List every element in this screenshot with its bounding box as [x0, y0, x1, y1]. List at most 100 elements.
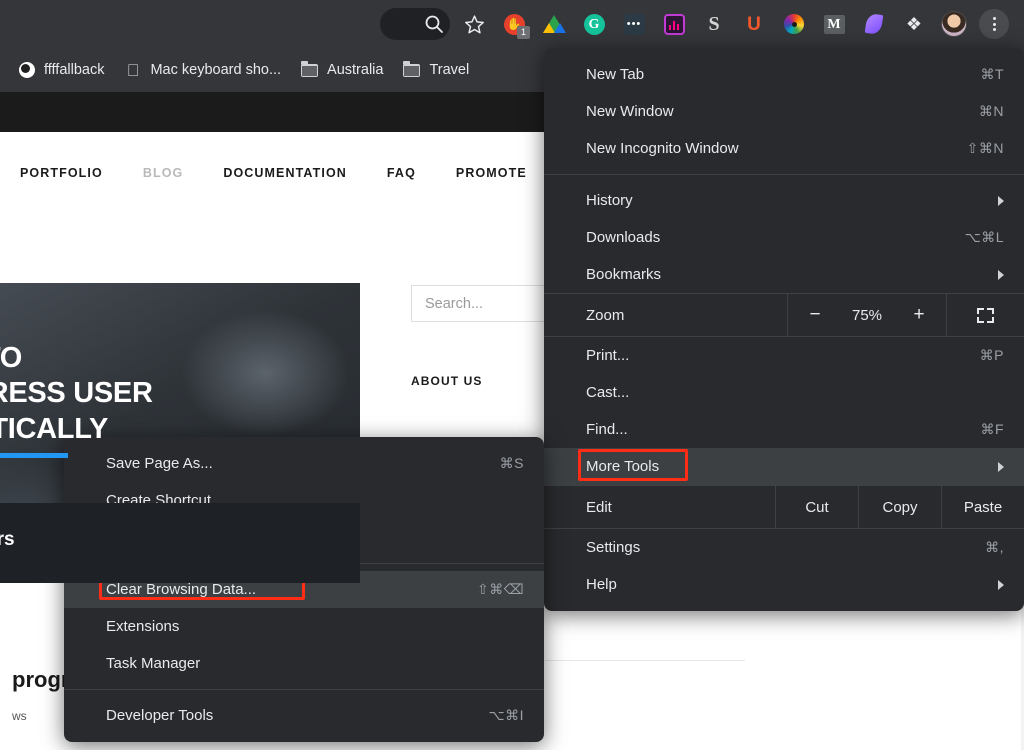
menu-item-shortcut: ⌘S [499, 455, 524, 471]
chevron-right-icon [998, 195, 1004, 206]
zoom-level-value: 75% [851, 306, 883, 324]
menu-item-label: Task Manager [106, 655, 201, 672]
adblock-extension-icon[interactable]: ✋ 1 [498, 8, 530, 40]
menu-item-find[interactable]: Find... ⌘F [544, 411, 1024, 448]
menu-item-shortcut: ⌘N [978, 103, 1004, 119]
bookmark-ffffallback[interactable]: ffffallback [8, 57, 114, 84]
nav-link-blog[interactable]: BLOG [123, 166, 204, 180]
menu-item-downloads[interactable]: Downloads ⌥⌘L [544, 219, 1024, 256]
feather-extension-icon[interactable] [858, 8, 890, 40]
grammarly-extension-icon[interactable]: G [578, 8, 610, 40]
google-drive-extension-icon[interactable] [538, 8, 570, 40]
hero-title: W TO DPRESS USER MATICALLY [0, 341, 153, 447]
menu-item-label: Downloads [586, 229, 661, 246]
menu-item-label: Bookmarks [586, 266, 662, 283]
submenu-item-developer-tools[interactable]: Developer Tools ⌥⌘I [64, 697, 544, 734]
chrome-menu-kebab-icon[interactable] [978, 8, 1010, 40]
menu-separator [544, 174, 1024, 175]
about-us-heading: ABOUT US [411, 374, 483, 388]
menu-item-label: New Tab [586, 66, 645, 83]
zoom-out-button[interactable]: − [806, 304, 824, 326]
edit-label: Edit [586, 498, 612, 516]
paste-button[interactable]: Paste [941, 486, 1024, 528]
adblock-badge-count: 1 [517, 26, 530, 39]
u-extension-icon[interactable]: U [738, 8, 770, 40]
chevron-right-icon [998, 269, 1004, 280]
menu-item-shortcut: ⌘T [980, 66, 1004, 82]
submenu-item-extensions[interactable]: Extensions [64, 608, 544, 645]
menu-item-history[interactable]: History [544, 182, 1024, 219]
menu-item-label: More Tools [586, 458, 660, 475]
drive-triangle-glyph [543, 15, 566, 33]
cut-button[interactable]: Cut [775, 486, 858, 528]
menu-item-settings[interactable]: Settings ⌘, [544, 529, 1024, 566]
color-wheel-glyph [784, 14, 804, 34]
hero-title-line1: W TO [0, 342, 22, 374]
nav-link-documentation[interactable]: DOCUMENTATION [203, 166, 367, 180]
menu-item-cast[interactable]: Cast... [544, 374, 1024, 411]
menu-item-label: Extensions [106, 618, 180, 635]
hero-title-line3: MATICALLY [0, 412, 109, 445]
color-wheel-extension-icon[interactable] [778, 8, 810, 40]
bookmark-mac-keyboard-shortcuts[interactable]:  Mac keyboard sho... [114, 57, 291, 84]
screenshot-root: PORTFOLIO BLOG DOCUMENTATION FAQ PROMOTE… [0, 0, 1024, 750]
bookmark-label: Australia [327, 62, 384, 78]
bookmark-folder-australia[interactable]: Australia [291, 57, 393, 84]
menu-item-print[interactable]: Print... ⌘P [544, 337, 1024, 374]
menu-item-shortcut: ⌥⌘L [964, 229, 1004, 245]
chart-extension-icon[interactable] [658, 8, 690, 40]
search-icon[interactable] [418, 8, 450, 40]
fullscreen-icon [977, 307, 994, 323]
hero-accent-bar [0, 453, 68, 458]
menu-item-new-window[interactable]: New Window ⌘N [544, 93, 1024, 130]
menu-item-shortcut: ⇧⌘N [966, 140, 1004, 156]
menu-item-label: Print... [586, 347, 630, 364]
zoom-controls: − 75% + [787, 294, 946, 336]
dots-glyph: ••• [623, 13, 645, 35]
more-tools-submenu: Save Page As... ⌘S Create Shortcut... Na… [64, 437, 544, 742]
menu-item-label: Help [586, 576, 617, 593]
nav-link-promote[interactable]: PROMOTE [436, 166, 547, 180]
swirl-extension-icon[interactable]: S [698, 8, 730, 40]
browser-toolbar: ✋ 1 G ••• S U M ❖ [0, 0, 1024, 48]
puzzle-extensions-icon[interactable]: ❖ [898, 8, 930, 40]
menu-item-help[interactable]: Help [544, 566, 1024, 603]
chevron-right-icon [998, 461, 1004, 472]
menu-item-label: New Window [586, 103, 674, 120]
menu-item-new-tab[interactable]: New Tab ⌘T [544, 56, 1024, 93]
menu-item-label: Settings [586, 539, 641, 556]
nav-link-faq[interactable]: FAQ [367, 166, 436, 180]
menu-zoom-row: Zoom − 75% + [544, 293, 1024, 337]
folder-favicon [301, 60, 319, 79]
medium-extension-icon[interactable]: M [818, 8, 850, 40]
menu-item-bookmarks[interactable]: Bookmarks [544, 256, 1024, 293]
medium-m-glyph: M [823, 14, 845, 34]
globe-favicon [18, 62, 35, 79]
menu-item-shortcut: ⌘F [980, 421, 1004, 437]
menu-item-shortcut: ⌥⌘I [488, 707, 524, 723]
grammarly-g-glyph: G [583, 13, 605, 35]
folder-favicon [403, 60, 421, 79]
menu-item-label: Developer Tools [106, 707, 214, 724]
chrome-main-menu: New Tab ⌘T New Window ⌘N New Incognito W… [544, 48, 1024, 611]
swirl-glyph: S [708, 13, 720, 35]
zoom-in-button[interactable]: + [910, 304, 928, 326]
nav-link-portfolio[interactable]: PORTFOLIO [0, 166, 123, 180]
menu-item-new-incognito-window[interactable]: New Incognito Window ⇧⌘N [544, 130, 1024, 167]
menu-item-shortcut: ⇧⌘⌫ [476, 581, 524, 597]
hero-article-card[interactable]: W TO DPRESS USER MATICALLY ' min. lLayer… [0, 283, 360, 583]
submenu-item-task-manager[interactable]: Task Manager [64, 645, 544, 682]
bookmark-folder-travel[interactable]: Travel [393, 57, 479, 84]
menu-item-more-tools[interactable]: More Tools [544, 448, 1024, 485]
bookmark-star-icon[interactable] [458, 8, 490, 40]
copy-button[interactable]: Copy [858, 486, 941, 528]
menu-item-shortcut: ⌘P [979, 347, 1004, 363]
submenu-item-save-page-as[interactable]: Save Page As... ⌘S [64, 445, 544, 482]
u-glyph: U [747, 13, 761, 35]
hero-title-line2: DPRESS USER [0, 377, 153, 410]
dots-extension-icon[interactable]: ••• [618, 8, 650, 40]
sidebar-divider [545, 660, 745, 661]
fullscreen-button[interactable] [946, 294, 1024, 336]
menu-item-label: New Incognito Window [586, 140, 739, 157]
profile-avatar[interactable] [938, 8, 970, 40]
